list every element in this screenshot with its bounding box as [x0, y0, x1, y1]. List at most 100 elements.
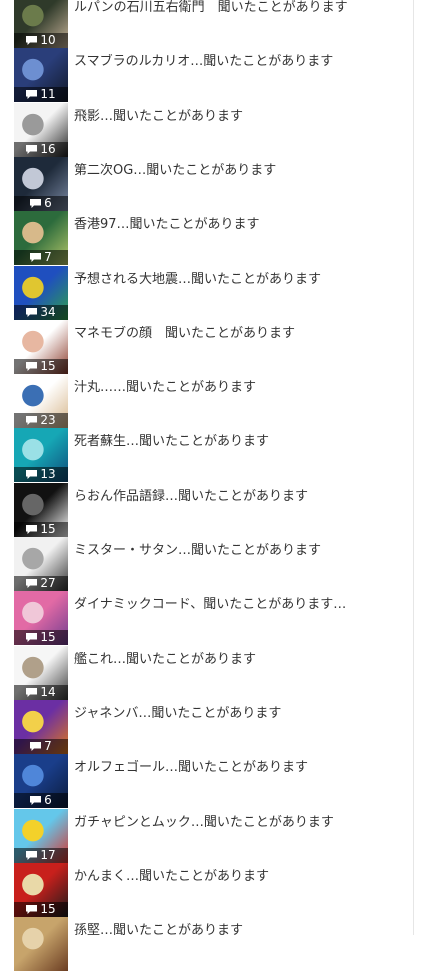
thumbnail-image[interactable]: 23 [14, 374, 68, 428]
thumbnail-image[interactable]: 7 [14, 211, 68, 265]
thumbnail-image[interactable]: 11 [14, 48, 68, 102]
list-item[interactable]: 7 ジャネンバ…聞いたことがあります [14, 700, 414, 754]
comment-count-badge: 15 [14, 522, 68, 537]
article-title[interactable]: ルパンの石川五右衛門 聞いたことがあります [74, 0, 414, 16]
comment-count-badge: 16 [14, 142, 68, 157]
comment-icon [26, 470, 38, 479]
comment-count-badge: 27 [14, 576, 68, 591]
thumbnail-image[interactable]: 14 [14, 646, 68, 700]
thumbnail-image[interactable]: 6 [14, 157, 68, 211]
comment-count-badge: 13 [14, 467, 68, 482]
comment-count: 15 [40, 630, 56, 644]
comment-icon [26, 36, 38, 45]
list-item[interactable]: 6 オルフェゴール…聞いたことがあります [14, 754, 414, 808]
comment-icon [26, 362, 38, 371]
article-title[interactable]: 第二次OG…聞いたことがあります [74, 163, 414, 179]
comment-count: 15 [40, 902, 56, 916]
comment-icon [26, 525, 38, 534]
list-item[interactable]: 17 ガチャピンとムック…聞いたことがあります [14, 809, 414, 863]
comment-count: 23 [40, 413, 56, 427]
list-item[interactable]: 16 飛影…聞いたことがあります [14, 103, 414, 157]
comment-count-badge: 7 [14, 739, 68, 754]
comment-icon [30, 253, 42, 262]
article-title[interactable]: オルフェゴール…聞いたことがあります [74, 760, 414, 776]
list-item[interactable]: 15 ダイナミックコード、聞いたことがあります… [14, 591, 414, 645]
thumbnail-image[interactable]: 15 [14, 483, 68, 537]
comment-count: 10 [40, 33, 56, 47]
comment-count-badge: 15 [14, 630, 68, 645]
list-item[interactable]: 34 予想される大地震…聞いたことがあります [14, 266, 414, 320]
comment-icon [26, 688, 38, 697]
article-title[interactable]: 香港97…聞いたことがあります [74, 217, 414, 233]
article-title[interactable]: 予想される大地震…聞いたことがあります [74, 272, 414, 288]
thumbnail-art [14, 917, 68, 971]
article-title[interactable]: ミスター・サタン…聞いたことがあります [74, 543, 414, 559]
comment-icon [30, 742, 42, 751]
list-item[interactable]: 11 スマブラのルカリオ…聞いたことがあります [14, 48, 414, 102]
article-title[interactable]: 飛影…聞いたことがあります [74, 109, 414, 125]
list-item[interactable]: 15 らおん作品語録…聞いたことがあります [14, 483, 414, 537]
article-title[interactable]: スマブラのルカリオ…聞いたことがあります [74, 54, 414, 70]
thumbnail-image[interactable]: 17 [14, 809, 68, 863]
comment-count: 15 [40, 359, 56, 373]
comment-icon [30, 199, 42, 208]
list-item[interactable]: 23 汁丸……聞いたことがあります [14, 374, 414, 428]
article-title[interactable]: 艦これ…聞いたことがあります [74, 652, 414, 668]
list-item[interactable]: 6 第二次OG…聞いたことがあります [14, 157, 414, 211]
article-title[interactable]: マネモブの顔 聞いたことがあります [74, 326, 414, 342]
comment-icon [26, 416, 38, 425]
article-title[interactable]: ガチャピンとムック…聞いたことがあります [74, 815, 414, 831]
comment-icon [26, 633, 38, 642]
list-item[interactable]: 7 香港97…聞いたことがあります [14, 211, 414, 265]
thumbnail-image[interactable]: 15 [14, 863, 68, 917]
comment-count: 6 [44, 793, 52, 807]
thumbnail-image[interactable]: 13 [14, 428, 68, 482]
comment-icon [26, 90, 38, 99]
thumbnail-image[interactable]: 27 [14, 537, 68, 591]
comment-count-badge: 15 [14, 359, 68, 374]
comment-count: 17 [40, 848, 56, 862]
comment-count-badge: 14 [14, 685, 68, 700]
comment-count-badge: 11 [14, 87, 68, 102]
thumbnail-image[interactable]: 6 [14, 754, 68, 808]
comment-count: 14 [40, 685, 56, 699]
thumbnail-image[interactable] [14, 917, 68, 971]
comment-count: 16 [40, 142, 56, 156]
article-title[interactable]: 孫堅…聞いたことがあります [74, 923, 414, 939]
thumbnail-image[interactable]: 7 [14, 700, 68, 754]
list-item[interactable]: 15 かんまく…聞いたことがあります [14, 863, 414, 917]
thumbnail-image[interactable]: 34 [14, 266, 68, 320]
comment-icon [26, 145, 38, 154]
article-title[interactable]: ジャネンバ…聞いたことがあります [74, 706, 414, 722]
list-item[interactable]: 27 ミスター・サタン…聞いたことがあります [14, 537, 414, 591]
article-title[interactable]: 汁丸……聞いたことがあります [74, 380, 414, 396]
comment-count-badge: 15 [14, 902, 68, 917]
list-item[interactable]: 10 ルパンの石川五右衛門 聞いたことがあります [14, 0, 414, 48]
thumbnail-image[interactable]: 16 [14, 103, 68, 157]
comment-icon [26, 905, 38, 914]
list-item[interactable]: 14 艦これ…聞いたことがあります [14, 646, 414, 700]
comment-count: 7 [44, 739, 52, 753]
list-item[interactable]: 孫堅…聞いたことがあります [14, 917, 414, 971]
article-title[interactable]: かんまく…聞いたことがあります [74, 869, 414, 885]
comment-count: 11 [40, 87, 56, 101]
comment-icon [26, 579, 38, 588]
comment-icon [26, 308, 38, 317]
list-item[interactable]: 13 死者蘇生…聞いたことがあります [14, 428, 414, 482]
comment-count: 7 [44, 250, 52, 264]
comment-icon [30, 796, 42, 805]
article-title[interactable]: ダイナミックコード、聞いたことがあります… [74, 597, 414, 613]
comment-count-badge: 7 [14, 250, 68, 265]
thumbnail-image[interactable]: 15 [14, 591, 68, 645]
thumbnail-image[interactable]: 15 [14, 320, 68, 374]
comment-count: 34 [40, 305, 56, 319]
comment-count: 13 [40, 467, 56, 481]
comment-count: 15 [40, 522, 56, 536]
thumbnail-image[interactable]: 10 [14, 0, 68, 48]
article-title[interactable]: らおん作品語録…聞いたことがあります [74, 489, 414, 505]
comment-count: 6 [44, 196, 52, 210]
comment-count-badge: 17 [14, 848, 68, 863]
comment-icon [26, 851, 38, 860]
article-title[interactable]: 死者蘇生…聞いたことがあります [74, 434, 414, 450]
list-item[interactable]: 15 マネモブの顔 聞いたことがあります [14, 320, 414, 374]
